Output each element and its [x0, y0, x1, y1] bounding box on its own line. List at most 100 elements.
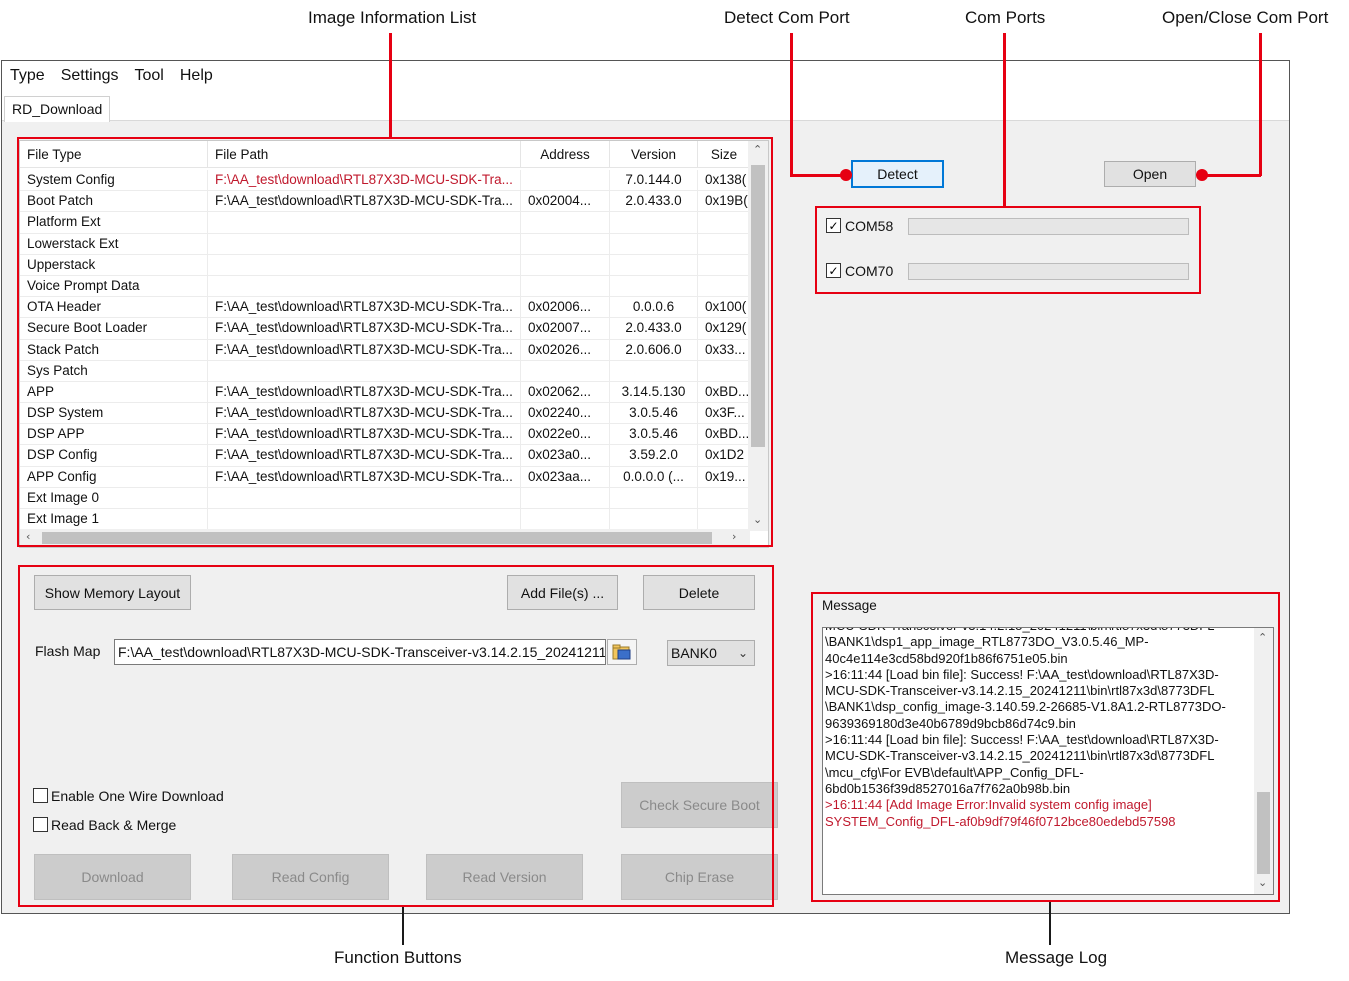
message-vertical-scrollbar[interactable]: ⌃ ⌄: [1254, 628, 1273, 894]
column-file-type[interactable]: File Type: [20, 141, 208, 167]
tab-rd-download[interactable]: RD_Download: [4, 96, 111, 122]
callout-line: [1204, 174, 1261, 177]
message-log[interactable]: MCU-SDK-Transceiver-v3.14.2.15_20241211\…: [822, 627, 1274, 895]
download-button[interactable]: Download: [34, 854, 191, 900]
cell-file-type: Sys Patch: [20, 360, 208, 381]
cell-version: [610, 233, 698, 254]
log-line: MCU-SDK-Transceiver-v3.14.2.15_20241211\…: [825, 628, 1255, 634]
cell-file-path: F:\AA_test\download\RTL87X3D-MCU-SDK-Tra…: [208, 339, 521, 360]
cell-file-path: [208, 360, 521, 381]
cell-file-path: F:\AA_test\download\RTL87X3D-MCU-SDK-Tra…: [208, 318, 521, 339]
bank-select-value: BANK0: [671, 645, 717, 661]
cell-file-type: DSP Config: [20, 445, 208, 466]
table-row[interactable]: Upperstack: [20, 254, 750, 276]
menu-type[interactable]: Type: [2, 67, 53, 85]
vertical-scroll-thumb[interactable]: [751, 165, 765, 447]
com70-progress-bar: [908, 263, 1189, 280]
cell-file-type: Lowerstack Ext: [20, 233, 208, 254]
scroll-left-icon[interactable]: ‹: [26, 530, 30, 543]
table-row[interactable]: Ext Image 1: [20, 509, 750, 531]
cell-address: 0x02062...: [521, 381, 610, 403]
flash-map-input[interactable]: F:\AA_test\download\RTL87X3D-MCU-SDK-Tra…: [114, 639, 606, 665]
table-row[interactable]: Ext Image 0: [20, 487, 750, 509]
table-row[interactable]: Sys Patch: [20, 360, 750, 382]
cell-address: 0x02006...: [521, 297, 610, 318]
detect-button[interactable]: Detect: [851, 160, 944, 188]
cell-file-path: F:\AA_test\download\RTL87X3D-MCU-SDK-Tra…: [208, 170, 521, 191]
callout-line: [1259, 33, 1262, 176]
cell-file-type: Stack Patch: [20, 339, 208, 360]
table-row[interactable]: APP F:\AA_test\download\RTL87X3D-MCU-SDK-…: [20, 381, 750, 404]
table-row[interactable]: System Config F:\AA_test\download\RTL87X3…: [20, 170, 750, 192]
menu-tool[interactable]: Tool: [127, 67, 172, 85]
bank-select[interactable]: BANK0 ⌄: [667, 640, 755, 666]
cell-address: 0x02004...: [521, 191, 610, 212]
table-row[interactable]: DSP System F:\AA_test\download\RTL87X3D-M…: [20, 403, 750, 425]
cell-file-path: [208, 233, 521, 254]
tab-strip: RD_Download: [2, 91, 1289, 122]
table-row[interactable]: Boot Patch F:\AA_test\download\RTL87X3D-M…: [20, 191, 750, 213]
table-row[interactable]: Voice Prompt Data: [20, 275, 750, 298]
cell-address: [521, 275, 610, 297]
cell-file-type: Voice Prompt Data: [20, 275, 208, 297]
message-label: Message: [822, 598, 877, 613]
cell-size: [698, 234, 750, 254]
table-row[interactable]: Stack Patch F:\AA_test\download\RTL87X3D-…: [20, 339, 750, 361]
chip-erase-button[interactable]: Chip Erase: [621, 854, 778, 900]
table-row[interactable]: DSP APP F:\AA_test\download\RTL87X3D-MCU-…: [20, 424, 750, 446]
table-row[interactable]: Lowerstack Ext: [20, 233, 750, 255]
horizontal-scroll-thumb[interactable]: [42, 532, 712, 544]
message-log-text: MCU-SDK-Transceiver-v3.14.2.15_20241211\…: [825, 628, 1255, 830]
cell-size: 0xBD...: [705, 383, 750, 399]
cell-size: 0x19...: [705, 468, 746, 484]
browse-folder-button[interactable]: [607, 639, 637, 665]
menu-help[interactable]: Help: [172, 67, 221, 85]
log-line: SYSTEM_Config_DFL-af0b9df79f46f0712bce80…: [825, 813, 1176, 829]
column-file-path[interactable]: File Path: [208, 141, 521, 167]
cell-version: 2.0.433.0: [610, 191, 698, 212]
scroll-up-icon[interactable]: ⌃: [1258, 631, 1267, 644]
com58-checkbox[interactable]: ✓: [826, 218, 841, 233]
com70-checkbox[interactable]: ✓: [826, 263, 841, 278]
show-memory-layout-button[interactable]: Show Memory Layout: [34, 575, 191, 610]
cell-version: [610, 487, 698, 508]
cell-file-type: APP Config: [20, 466, 208, 487]
cell-version: [610, 212, 698, 233]
image-info-list[interactable]: File Type File Path Address Version Size…: [19, 140, 769, 548]
column-address[interactable]: Address: [521, 141, 610, 167]
table-row[interactable]: DSP Config F:\AA_test\download\RTL87X3D-M…: [20, 445, 750, 467]
delete-button[interactable]: Delete: [643, 575, 755, 610]
cell-size: [698, 509, 750, 529]
scroll-right-icon[interactable]: ›: [732, 530, 736, 543]
list-horizontal-scrollbar[interactable]: ‹ ›: [20, 529, 750, 547]
scroll-up-icon[interactable]: ⌃: [753, 143, 762, 156]
cell-version: [610, 254, 698, 275]
open-button[interactable]: Open: [1104, 161, 1196, 187]
cell-file-path: F:\AA_test\download\RTL87X3D-MCU-SDK-Tra…: [208, 297, 521, 318]
callout-image-info: Image Information List: [308, 8, 477, 27]
read-back-checkbox[interactable]: [33, 817, 48, 832]
log-line: 9639369180d3e40b6789d9bcb86d74c9.bin: [825, 715, 1076, 731]
one-wire-checkbox[interactable]: [33, 788, 48, 803]
scroll-down-icon[interactable]: ⌄: [753, 513, 762, 526]
cell-file-path: [208, 254, 521, 275]
column-size[interactable]: Size: [698, 141, 750, 167]
menu-settings[interactable]: Settings: [53, 67, 127, 85]
message-scroll-thumb[interactable]: [1257, 792, 1270, 874]
table-row[interactable]: Secure Boot Loader F:\AA_test\download\RT…: [20, 318, 750, 340]
table-row[interactable]: APP Config F:\AA_test\download\RTL87X3D-M…: [20, 466, 750, 488]
read-config-button[interactable]: Read Config: [232, 854, 389, 900]
table-row[interactable]: OTA Header F:\AA_test\download\RTL87X3D-M…: [20, 297, 750, 319]
cell-version: [610, 509, 698, 530]
scroll-down-icon[interactable]: ⌄: [1258, 876, 1267, 889]
list-vertical-scrollbar[interactable]: ⌃ ⌄: [748, 141, 768, 531]
column-version[interactable]: Version: [610, 141, 698, 167]
callout-function-buttons: Function Buttons: [334, 948, 462, 967]
add-files-button[interactable]: Add File(s) ...: [507, 575, 618, 610]
read-version-button[interactable]: Read Version: [426, 854, 583, 900]
table-row[interactable]: Platform Ext: [20, 212, 750, 234]
cell-file-type: Boot Patch: [20, 191, 208, 212]
cell-file-type: OTA Header: [20, 297, 208, 318]
check-secure-boot-button[interactable]: Check Secure Boot: [621, 782, 778, 828]
cell-file-type: Secure Boot Loader: [20, 318, 208, 339]
